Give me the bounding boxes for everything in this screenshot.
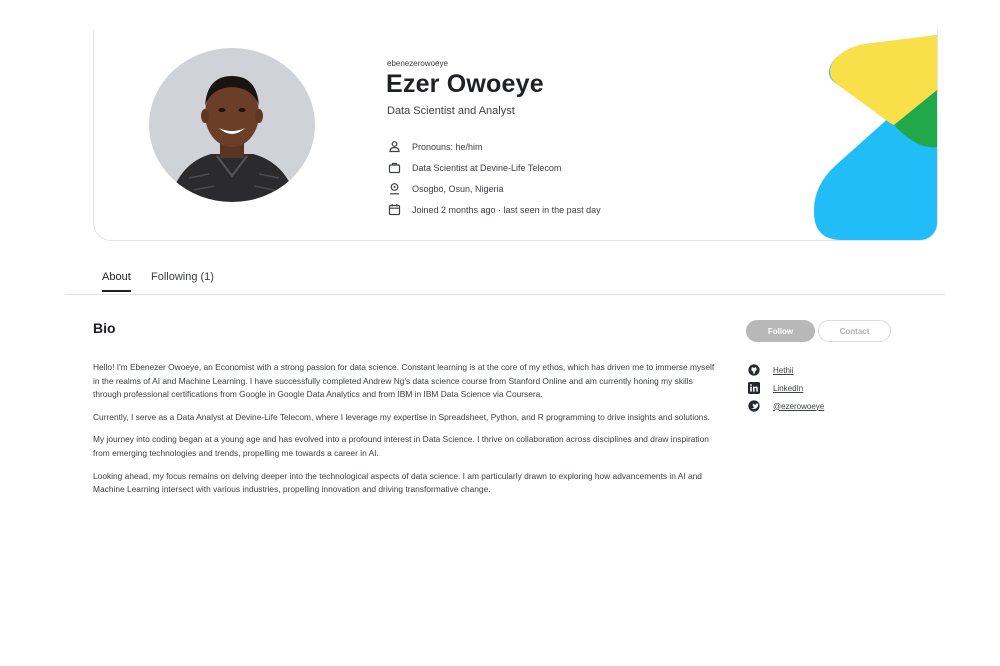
briefcase-icon [388,161,401,174]
location-text: Osogbo, Osun, Nigeria [412,183,504,194]
decorative-shape [814,35,937,240]
joined-row: Joined 2 months ago · last seen in the p… [388,203,601,216]
twitter-link[interactable]: @ezerowoeye [773,402,824,411]
avatar[interactable] [149,48,315,202]
bio-heading: Bio [93,320,116,336]
tab-following[interactable]: Following (1) [151,271,214,290]
follow-button[interactable]: Follow [746,320,815,342]
location-pin-icon [388,182,401,195]
calendar-icon [388,203,401,216]
social-link-github: Hethii [748,364,793,376]
pronouns-row: Pronouns: he/him [388,140,483,153]
bio-paragraph: Hello! I'm Ebenezer Owoeye, an Economist… [93,362,715,400]
profile-tabs: About Following (1) [65,262,945,295]
pronouns-text: Pronouns: he/him [412,141,483,152]
bio-paragraph: Currently, I serve as a Data Analyst at … [93,411,710,422]
social-link-twitter: @ezerowoeye [748,400,824,412]
github-link[interactable]: Hethii [773,366,793,375]
joined-text: Joined 2 months ago · last seen in the p… [412,204,601,215]
occupation-row: Data Scientist at Devine-Life Telecom [388,161,561,174]
linkedin-link[interactable]: LinkedIn [773,384,803,393]
contact-button[interactable]: Contact [818,320,891,342]
bio-paragraph: Looking ahead, my focus remains on delvi… [93,470,702,495]
tab-about[interactable]: About [102,271,131,292]
github-icon [748,364,760,376]
profile-card: ebenezerowoeye Ezer Owoeye Data Scientis… [93,30,938,241]
person-icon [388,140,401,153]
location-row: Osogbo, Osun, Nigeria [388,182,504,195]
twitter-icon [748,400,760,412]
linkedin-icon [748,382,760,394]
bio-content: Hello! I'm Ebenezer Owoeye, an Economist… [93,361,718,506]
occupation-text: Data Scientist at Devine-Life Telecom [412,162,562,173]
profile-tagline: Data Scientist and Analyst [387,105,515,117]
bio-paragraph: My journey into coding began at a young … [93,434,709,458]
profile-name: Ezer Owoeye [386,70,544,98]
username: ebenezerowoeye [387,59,448,68]
social-link-linkedin: LinkedIn [748,382,803,394]
